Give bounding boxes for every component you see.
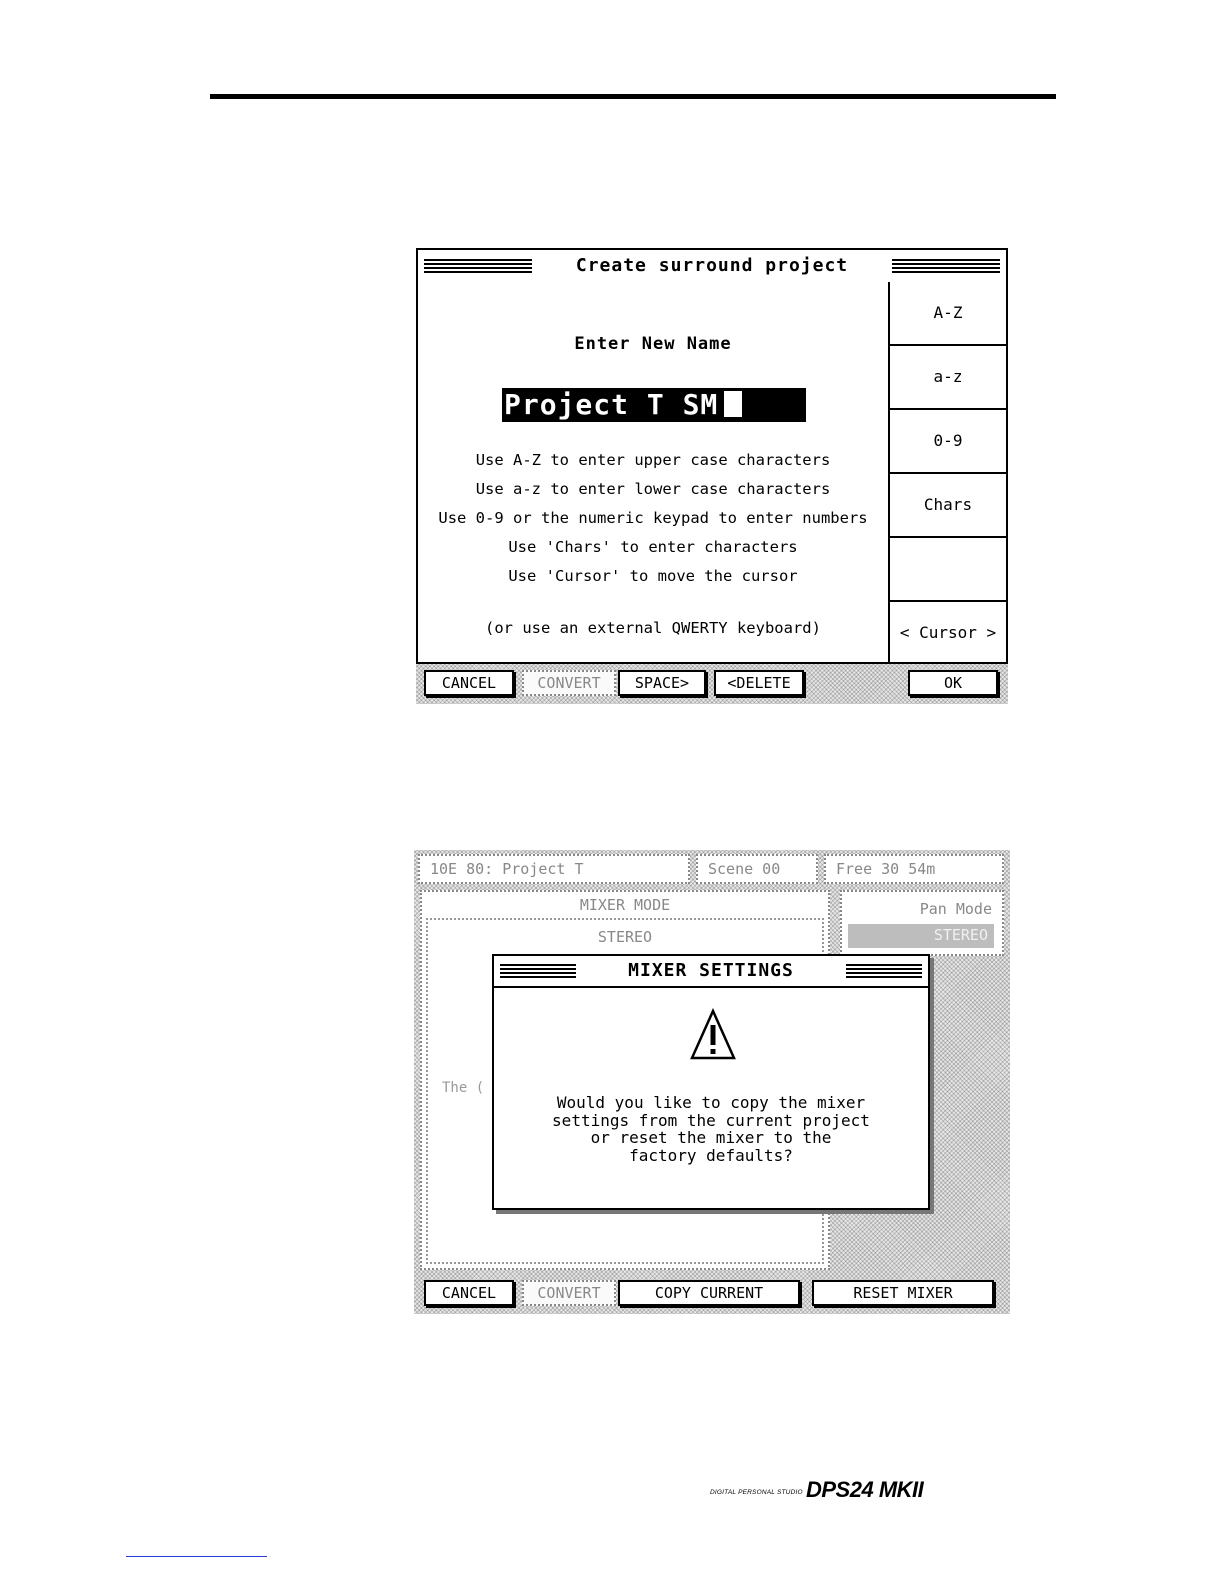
ok-button[interactable]: OK	[908, 670, 998, 696]
dialog-title: MIXER SETTINGS	[628, 960, 794, 981]
uppercase-button[interactable]: A-Z	[890, 282, 1006, 346]
pan-mode-panel: Pan Mode STEREO	[840, 890, 1004, 956]
help-line-lower: Use a-z to enter lower case characters	[475, 480, 831, 498]
help-line-chars: Use 'Chars' to enter characters	[508, 538, 798, 556]
dialog-message: Would you like to copy the mixer setting…	[494, 1094, 928, 1164]
cursor-button[interactable]: < Cursor >	[890, 602, 1006, 666]
create-surround-project-screen: Create surround project Enter New Name P…	[414, 240, 1010, 704]
numbers-button[interactable]: 0-9	[890, 410, 1006, 474]
name-entry-panel: Enter New Name Project T SM Use A-Z to e…	[416, 282, 890, 664]
dialog-title-bar: MIXER SETTINGS	[494, 956, 928, 988]
warning-icon	[690, 1008, 736, 1060]
mixer-mode-label: MIXER MODE	[579, 896, 671, 914]
scene-status: Scene 00	[696, 854, 818, 884]
empty-side-button[interactable]	[890, 538, 1006, 602]
pan-mode-label: Pan Mode	[919, 900, 992, 918]
obscured-text: The (	[442, 1080, 485, 1096]
space-button[interactable]: SPACE>	[618, 670, 706, 696]
enter-name-heading: Enter New Name	[574, 334, 732, 354]
cancel-button[interactable]: CANCEL	[424, 670, 514, 696]
convert-button[interactable]: CONVERT	[522, 1280, 616, 1306]
keyboard-note: (or use an external QWERTY keyboard)	[485, 619, 821, 637]
copy-current-button[interactable]: COPY CURRENT	[618, 1280, 800, 1306]
logo-tagline: DIGITAL PERSONAL STUDIO	[710, 1489, 803, 1496]
mixer-settings-screen: 10E 80: Project T Scene 00 Free 30 54m M…	[414, 850, 1010, 1314]
cancel-button[interactable]: CANCEL	[424, 1280, 514, 1306]
text-cursor	[724, 391, 743, 417]
help-line-upper: Use A-Z to enter upper case characters	[475, 451, 831, 469]
project-name-field[interactable]: Project T SM	[502, 388, 806, 422]
pan-mode-value[interactable]: STEREO	[848, 924, 994, 948]
dialog-message-line: settings from the current project	[552, 1110, 870, 1130]
dialog-message-line: or reset the mixer to the	[590, 1128, 832, 1147]
header-rule	[210, 94, 1056, 99]
chars-button[interactable]: Chars	[890, 474, 1006, 538]
mixer-settings-dialog: MIXER SETTINGS Would you like to copy th…	[492, 954, 930, 1210]
convert-button[interactable]: CONVERT	[522, 670, 616, 696]
project-status: 10E 80: Project T	[418, 854, 690, 884]
project-name-value: Project T SM	[504, 388, 719, 421]
help-line-cursor: Use 'Cursor' to move the cursor	[508, 567, 798, 585]
function-bar: CANCEL CONVERT SPACE> <DELETE OK	[416, 664, 1008, 704]
dialog-title-bar: Create surround project	[416, 248, 1008, 284]
dialog-message-line: Would you like to copy the mixer	[556, 1093, 866, 1112]
dialog-message-line: factory defaults?	[629, 1145, 793, 1165]
lowercase-button[interactable]: a-z	[890, 346, 1006, 410]
reset-mixer-button[interactable]: RESET MIXER	[812, 1280, 994, 1306]
delete-button[interactable]: <DELETE	[714, 670, 804, 696]
dialog-title: Create surround project	[575, 255, 849, 276]
logo-model: DPS24 MKII	[806, 1477, 924, 1502]
help-line-numbers: Use 0-9 or the numeric keypad to enter n…	[438, 509, 868, 527]
stereo-label: STEREO	[597, 928, 653, 946]
free-space-status: Free 30 54m	[824, 854, 1004, 884]
character-sidebar: A-Z a-z 0-9 Chars < Cursor >	[888, 282, 1008, 664]
footer-link-underline	[126, 1556, 267, 1557]
